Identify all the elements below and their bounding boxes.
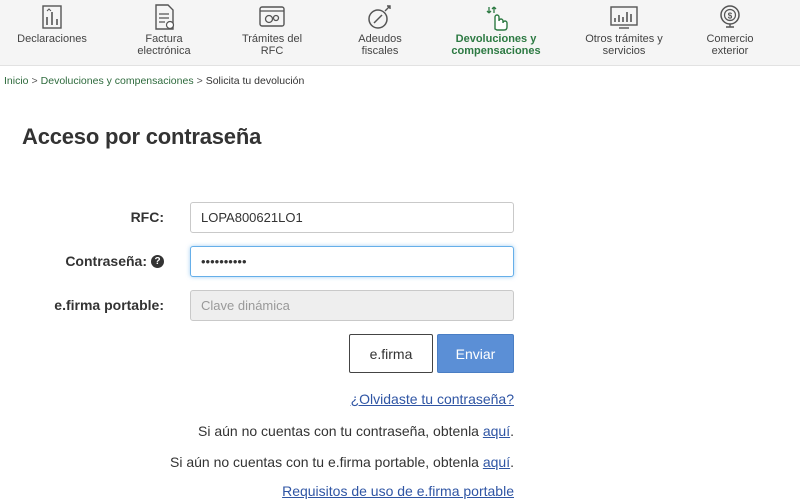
nav-label: Trámites del RFC <box>241 33 303 57</box>
nav-item-devoluciones[interactable]: Devoluciones y compensaciones <box>440 0 552 66</box>
efirma-requirements-link[interactable]: Requisitos de uso de e.firma portable <box>282 483 514 499</box>
submit-button[interactable]: Enviar <box>437 334 514 373</box>
nav-label: Declaraciones <box>17 33 87 45</box>
period: . <box>510 423 514 439</box>
nav-label: Factura electrónica <box>137 33 191 57</box>
top-navigation: Declaraciones Factura electrónica Trámit… <box>0 0 800 66</box>
no-efirma-line: Si aún no cuentas con tu e.firma portabl… <box>170 454 514 470</box>
foreign-trade-icon: $ <box>713 2 747 32</box>
period: . <box>510 454 514 470</box>
rfc-input[interactable] <box>190 202 514 233</box>
declarations-icon <box>35 2 69 32</box>
no-efirma-text: Si aún no cuentas con tu e.firma portabl… <box>169 454 479 470</box>
page-title: Acceso por contraseña <box>22 124 262 149</box>
rfc-procedures-icon <box>255 2 289 32</box>
other-services-icon <box>607 2 641 32</box>
nav-label: Comercio exterior <box>706 33 754 57</box>
dynamic-key-input[interactable] <box>190 290 514 321</box>
tax-debts-icon <box>363 2 397 32</box>
nav-item-tramites-rfc[interactable]: Trámites del RFC <box>228 0 316 66</box>
efirma-button[interactable]: e.firma <box>349 334 433 373</box>
password-label: Contraseña: <box>65 253 147 269</box>
password-input[interactable] <box>190 246 514 277</box>
nav-item-adeudos[interactable]: Adeudos fiscales <box>336 0 424 66</box>
rfc-label: RFC: <box>130 209 164 225</box>
breadcrumb-section-link[interactable]: Devoluciones y compensaciones <box>41 75 194 87</box>
breadcrumb: Inicio > Devoluciones y compensaciones > Sol… <box>4 75 304 87</box>
get-efirma-link[interactable]: aquí <box>483 454 510 470</box>
nav-item-declaraciones[interactable]: Declaraciones <box>8 0 96 66</box>
breadcrumb-separator: > <box>196 75 203 87</box>
no-password-text: Si aún no cuentas con tu contraseña, obt… <box>197 423 479 439</box>
refunds-icon <box>479 2 513 32</box>
nav-label: Adeudos fiscales <box>358 33 402 57</box>
forgot-password-line: ¿Olvidaste tu contraseña? <box>351 391 514 407</box>
nav-item-factura[interactable]: Factura electrónica <box>120 0 208 66</box>
no-password-line: Si aún no cuentas con tu contraseña, obt… <box>198 423 514 439</box>
breadcrumb-separator: > <box>31 75 38 87</box>
svg-text:$: $ <box>728 12 733 21</box>
nav-item-otros-tramites[interactable]: Otros trámites y servicios <box>576 0 672 66</box>
breadcrumb-current: Solicita tu devolución <box>205 75 305 87</box>
help-icon[interactable]: ? <box>151 254 164 268</box>
forgot-password-link[interactable]: ¿Olvidaste tu contraseña? <box>351 391 514 407</box>
breadcrumb-home-link[interactable]: Inicio <box>4 75 29 87</box>
get-password-link[interactable]: aquí <box>483 423 510 439</box>
efirma-portable-label: e.firma portable: <box>54 297 164 313</box>
invoice-icon <box>147 2 181 32</box>
nav-label: Devoluciones y compensaciones <box>451 33 541 57</box>
requirements-line: Requisitos de uso de e.firma portable <box>282 483 514 499</box>
nav-item-comercio-exterior[interactable]: $ Comercio exterior <box>688 0 772 66</box>
nav-label: Otros trámites y servicios <box>585 33 663 57</box>
password-label-group: Contraseña: ? <box>65 253 164 269</box>
